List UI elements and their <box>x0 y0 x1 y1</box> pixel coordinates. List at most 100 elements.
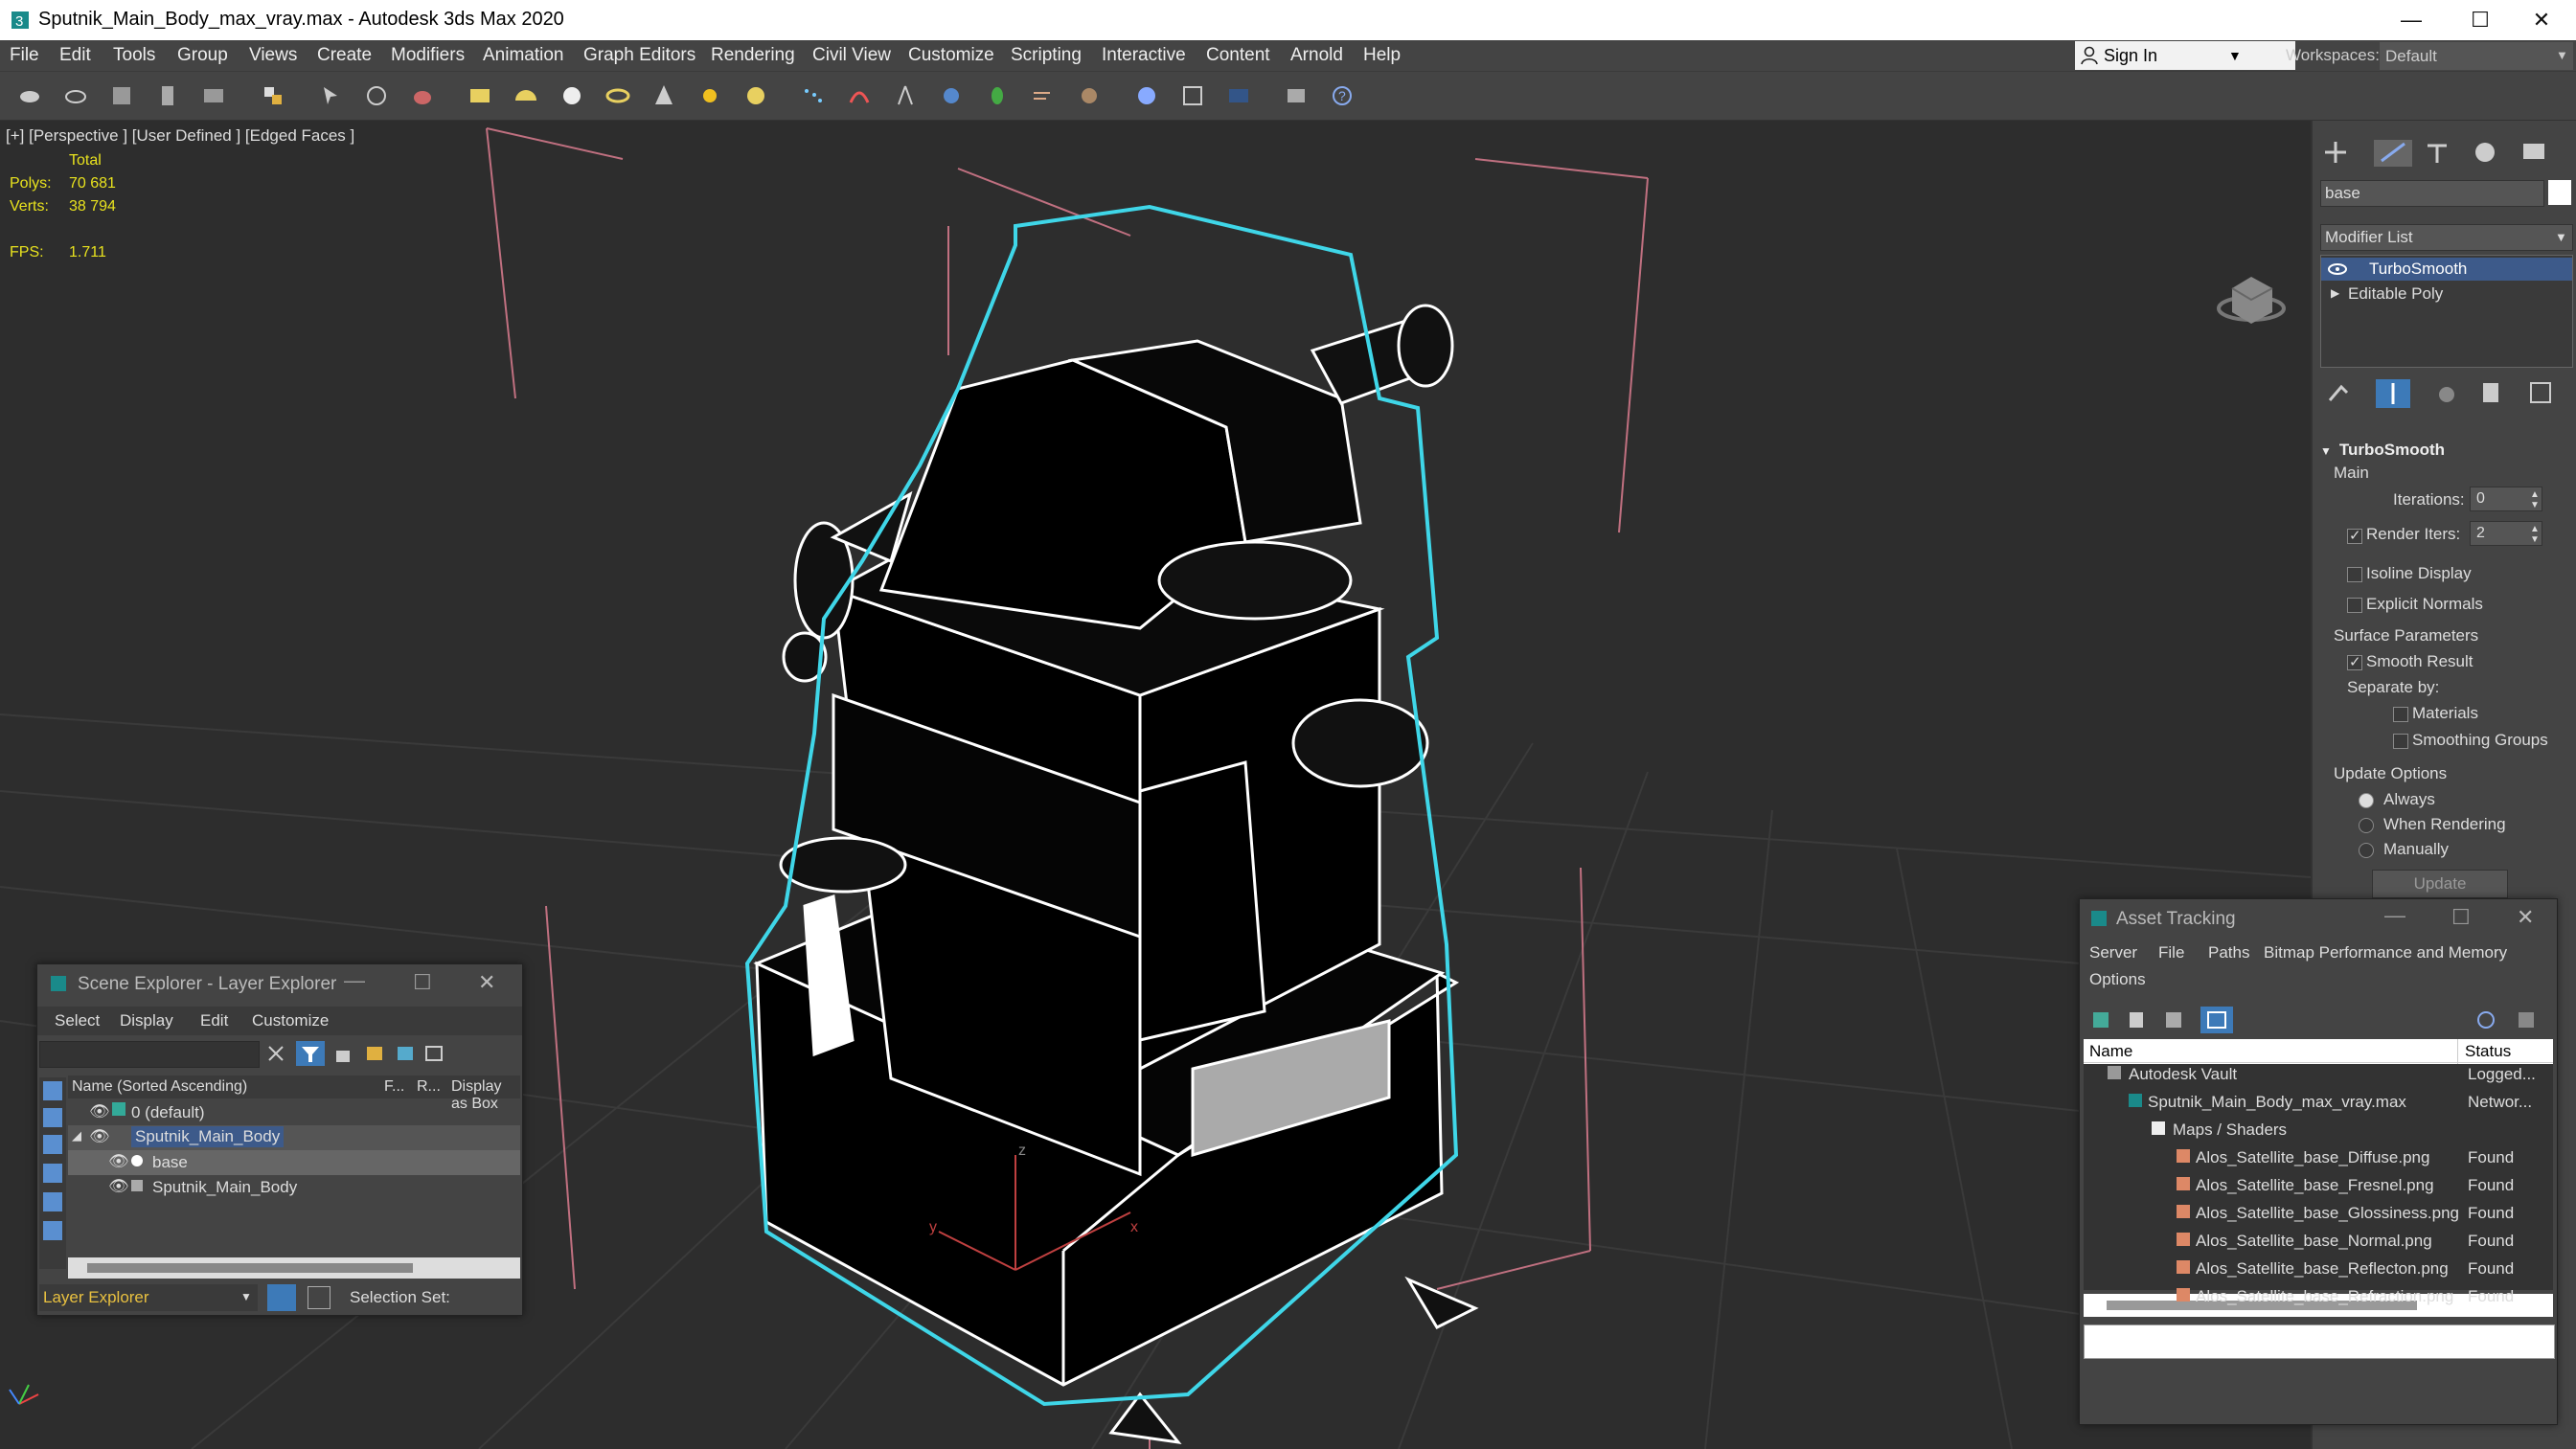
column-name[interactable]: Name <box>2089 1042 2132 1061</box>
box-icon[interactable] <box>466 81 494 110</box>
hemisphere-icon[interactable] <box>512 81 540 110</box>
when-rendering-radio[interactable] <box>2359 818 2374 833</box>
expand-arrow-icon[interactable]: ◢ <box>72 1128 81 1143</box>
rotate-icon[interactable] <box>362 81 391 110</box>
menu-help[interactable]: Help <box>1363 45 1401 66</box>
menu-file[interactable]: File <box>2158 943 2184 962</box>
bend-icon[interactable] <box>845 81 874 110</box>
workspace-dropdown[interactable]: Default ▼ <box>2380 42 2573 70</box>
expand-arrow-icon[interactable]: ▶ <box>2331 286 2339 300</box>
undo-icon[interactable] <box>15 81 44 110</box>
column-name[interactable]: Name (Sorted Ascending) <box>72 1078 247 1096</box>
menu-edit[interactable]: Edit <box>200 1011 228 1030</box>
render-icon[interactable] <box>1224 81 1253 110</box>
horizontal-scrollbar[interactable] <box>68 1257 520 1279</box>
viewport-label[interactable]: [+] [Perspective ] [User Defined ] [Edge… <box>6 126 354 146</box>
object-name-field[interactable]: base <box>2320 180 2544 207</box>
asset-row[interactable]: Alos_Satellite_base_Diffuse.png Found <box>2083 1146 2552 1171</box>
menu-customize[interactable]: Customize <box>908 45 994 66</box>
close-button[interactable]: ✕ <box>478 970 495 995</box>
eye-icon[interactable]: 👁 <box>89 1102 110 1121</box>
close-button[interactable]: ✕ <box>2517 905 2534 930</box>
teapot-icon[interactable] <box>408 81 437 110</box>
rollout-title[interactable]: ▼ TurboSmooth <box>2320 441 2445 460</box>
sign-in-dropdown[interactable]: Sign In ▼ <box>2075 41 2295 70</box>
materials-checkbox[interactable] <box>2393 707 2408 722</box>
smoothing-groups-checkbox[interactable] <box>2393 734 2408 749</box>
selection-filter-icon[interactable] <box>259 81 287 110</box>
menu-animation[interactable]: Animation <box>483 45 564 66</box>
redo-icon[interactable] <box>61 81 90 110</box>
asset-row[interactable]: Alos_Satellite_base_Fresnel.png Found <box>2083 1174 2552 1199</box>
particles-icon[interactable] <box>799 81 828 110</box>
bind-icon[interactable] <box>199 81 228 110</box>
menu-file[interactable]: File <box>10 45 39 66</box>
object-row[interactable]: 👁 base <box>68 1150 520 1175</box>
spinner-arrows-icon[interactable]: ▲ ▼ <box>2530 524 2540 545</box>
menu-server[interactable]: Server <box>2089 943 2137 962</box>
eye-icon[interactable]: 👁 <box>108 1177 129 1196</box>
maximize-button[interactable]: ☐ <box>2446 0 2515 40</box>
torus-icon[interactable] <box>604 81 632 110</box>
modifier-list-dropdown[interactable]: Modifier List ▼ <box>2320 224 2573 251</box>
spinner-arrows-icon[interactable]: ▲ ▼ <box>2530 489 2540 510</box>
column-frozen[interactable]: F... <box>384 1078 404 1096</box>
minimize-button[interactable]: — <box>2377 0 2446 40</box>
minimize-button[interactable]: — <box>344 968 392 993</box>
path-input[interactable] <box>2084 1324 2555 1359</box>
sun-light-icon[interactable] <box>695 81 724 110</box>
menu-create[interactable]: Create <box>317 45 372 66</box>
object-color-swatch[interactable] <box>2548 180 2571 205</box>
always-radio[interactable] <box>2359 793 2374 808</box>
render-iters-spinner[interactable]: 2 ▲ ▼ <box>2470 521 2542 546</box>
hierarchy-toggle-icon[interactable] <box>308 1286 331 1309</box>
select-object-icon[interactable] <box>316 81 345 110</box>
isoline-display-checkbox[interactable] <box>2347 567 2362 582</box>
select-link-icon[interactable] <box>107 81 136 110</box>
foliage-icon[interactable] <box>983 81 1012 110</box>
explorer-type-dropdown[interactable]: Layer Explorer ▼ <box>39 1284 258 1311</box>
menu-rendering[interactable]: Rendering <box>711 45 795 66</box>
sphere-icon[interactable] <box>558 81 586 110</box>
iterations-spinner[interactable]: 0 ▲ ▼ <box>2470 487 2542 511</box>
asset-row[interactable]: Maps / Shaders <box>2083 1119 2552 1143</box>
menu-tools[interactable]: Tools <box>113 45 155 66</box>
object-row[interactable]: 👁 Sputnik_Main_Body <box>68 1175 520 1200</box>
menu-display[interactable]: Display <box>120 1011 173 1030</box>
minimize-button[interactable]: — <box>2384 903 2405 928</box>
manually-radio[interactable] <box>2359 843 2374 858</box>
help-icon[interactable]: ? <box>1328 81 1356 110</box>
menu-customize[interactable]: Customize <box>252 1011 329 1030</box>
wind-icon[interactable] <box>1029 81 1058 110</box>
asset-row[interactable]: Alos_Satellite_base_Normal.png Found <box>2083 1230 2552 1255</box>
menu-arnold[interactable]: Arnold <box>1290 45 1343 66</box>
viewcube-icon[interactable] <box>2217 277 2286 324</box>
close-button[interactable]: ✕ <box>2507 0 2576 40</box>
layer-row[interactable]: ◢ 👁 Sputnik_Main_Body <box>68 1125 520 1150</box>
scrollbar-thumb[interactable] <box>87 1263 413 1273</box>
cone-icon[interactable] <box>650 81 678 110</box>
eye-icon[interactable]: 👁 <box>89 1127 110 1146</box>
material-editor-icon[interactable] <box>1132 81 1161 110</box>
bones-icon[interactable] <box>891 81 920 110</box>
menu-scripting[interactable]: Scripting <box>1011 45 1082 66</box>
column-renderable[interactable]: R... <box>417 1078 441 1096</box>
gravity-icon[interactable] <box>1075 81 1104 110</box>
asset-row[interactable]: Autodesk Vault Logged... <box>2083 1063 2552 1088</box>
maximize-button[interactable]: ☐ <box>413 970 432 995</box>
column-status[interactable]: Status <box>2465 1042 2511 1061</box>
helper-icon[interactable] <box>937 81 966 110</box>
explicit-normals-checkbox[interactable] <box>2347 598 2362 613</box>
maximize-button[interactable]: ☐ <box>2451 905 2471 930</box>
menu-content[interactable]: Content <box>1206 45 1270 66</box>
menu-civil-view[interactable]: Civil View <box>812 45 891 66</box>
menu-graph-editors[interactable]: Graph Editors <box>583 45 695 66</box>
asset-row[interactable]: Sputnik_Main_Body_max_vray.max Networ... <box>2083 1091 2552 1116</box>
menu-group[interactable]: Group <box>177 45 228 66</box>
render-iters-checkbox[interactable]: ✓ <box>2347 528 2362 544</box>
asset-row[interactable]: Alos_Satellite_base_Reflecton.png Found <box>2083 1257 2552 1282</box>
smooth-result-checkbox[interactable]: ✓ <box>2347 654 2362 670</box>
menu-modifiers[interactable]: Modifiers <box>391 45 465 66</box>
menu-bitmap-performance[interactable]: Bitmap Performance and Memory <box>2264 943 2507 962</box>
layers-toggle-icon[interactable] <box>267 1284 296 1311</box>
